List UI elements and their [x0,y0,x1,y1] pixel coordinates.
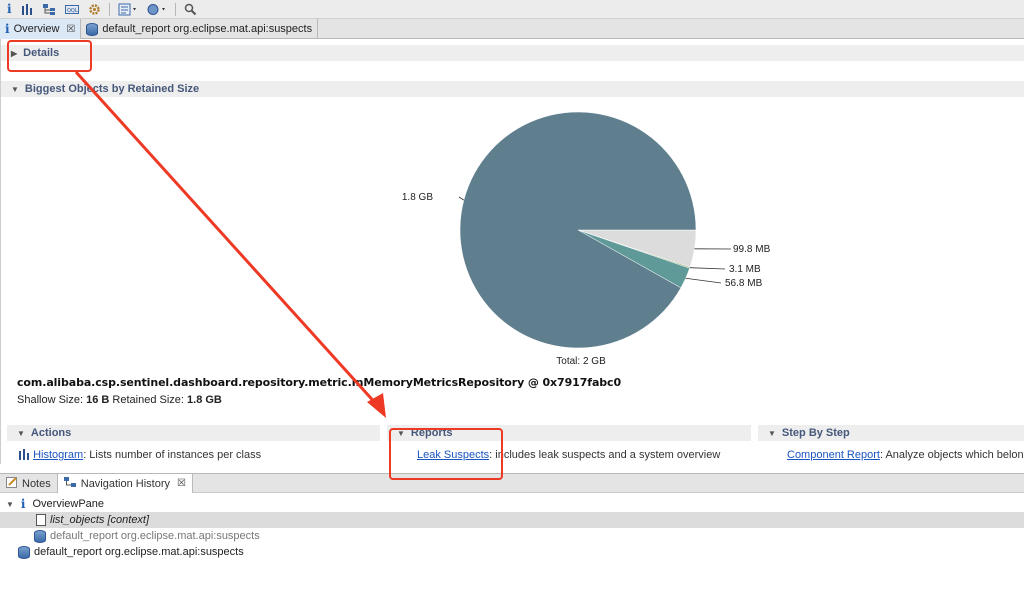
close-icon[interactable]: ☒ [66,24,75,35]
tree-item-label: default_report org.eclipse.mat.api:suspe… [50,530,260,542]
navigation-history-tree: ▼ i OverviewPane list_objects [context] … [0,494,1024,589]
tree-item-label: list_objects [context] [50,514,150,526]
collapse-icon: ▼ [768,428,776,438]
query-icon [36,514,46,526]
shallow-size-label: Shallow Size: [17,394,84,406]
pie-slice [459,111,697,349]
histogram-icon [19,449,30,463]
gear-icon[interactable] [85,2,104,17]
overview-editor: ▶ Details ▼ Biggest Objects by Retained … [0,39,1024,464]
pie-slice-label: 3.1 MB [729,264,761,275]
info-icon: i [20,497,26,511]
pie-leader-line [689,267,726,270]
dominator-tree-icon[interactable] [39,2,59,17]
tree-item[interactable]: default_report org.eclipse.mat.api:suspe… [0,544,1024,560]
bottom-view-tab-bar: Notes Navigation History ☒ [0,473,1024,493]
pie-slice-label: 56.8 MB [725,278,763,289]
leak-suspects-description: : includes leak suspects and a system ov… [489,449,721,461]
tree-item[interactable]: list_objects [context] [0,512,1024,528]
shallow-size-value: 16 B [86,394,110,406]
component-report-link[interactable]: Component Report [787,449,880,461]
tab-notes[interactable]: Notes [0,474,57,493]
tab-default-report[interactable]: default_report org.eclipse.mat.api:suspe… [81,19,319,39]
histogram-icon[interactable] [18,2,36,17]
svg-text:OQL: OQL [67,8,78,14]
object-name: com.alibaba.csp.sentinel.dashboard.repos… [17,376,622,389]
report-icon [18,545,30,559]
oql-icon[interactable]: OQL [62,2,82,17]
leak-suspects-highlight-box [389,428,503,480]
navigation-history-icon [63,476,77,491]
component-report-description: : Analyze objects which belong [879,449,1024,461]
tree-item-label: OverviewPane [32,498,105,510]
report-icon [86,22,99,36]
main-toolbar: i OQL [0,0,1024,19]
pie-slice-label: 1.8 GB [402,192,433,203]
info-icon: i [5,22,10,36]
retained-size-pie-chart: 99.8 MB 3.1 MB 56.8 MB 1.8 GB Total: 2 GB [402,111,771,367]
collapse-icon: ▼ [17,428,25,438]
heap-dump-menu-icon[interactable] [115,2,141,17]
pie-total-label: Total: 2 GB [556,356,606,367]
collapse-icon: ▼ [6,499,14,509]
retained-size-value: 1.8 GB [187,394,222,406]
details-section-header[interactable]: ▶ Details [1,45,1024,61]
histogram-action: Histogram: Lists number of instances per… [19,449,261,463]
details-highlight-box [7,40,92,72]
close-icon[interactable]: ☒ [177,478,186,489]
search-icon[interactable] [181,2,200,17]
actions-section-header[interactable]: ▼ Actions [7,425,380,441]
toolbar-separator [174,2,176,16]
tab-notes-label: Notes [22,477,51,490]
tab-overview-label: Overview [13,23,60,35]
pie-leader-line [685,277,722,284]
notes-icon [6,476,18,491]
histogram-link[interactable]: Histogram [33,449,83,461]
tab-default-report-label: default_report org.eclipse.mat.api:suspe… [102,23,313,35]
actions-title: Actions [30,427,72,439]
editor-tab-bar: i Overview ☒ default_report org.eclipse.… [0,19,1024,39]
component-report-step: Component Report: Analyze objects which … [787,449,1024,461]
pie-leader-line [458,196,465,201]
report-icon [34,529,46,543]
tree-item[interactable]: ▼ i OverviewPane [0,496,1024,512]
tab-navigation-history-label: Navigation History [80,477,171,490]
pie-slice-label: 99.8 MB [733,244,771,255]
step-by-step-title: Step By Step [781,427,850,439]
object-sizes: Shallow Size: 16 B Retained Size: 1.8 GB [17,394,222,406]
retained-size-label: Retained Size: [112,394,184,406]
step-by-step-section-header[interactable]: ▼ Step By Step [758,425,1024,441]
tab-overview[interactable]: i Overview ☒ [0,19,82,39]
tab-navigation-history[interactable]: Navigation History ☒ [56,474,193,493]
reports-menu-icon[interactable] [144,2,170,17]
info-icon[interactable]: i [4,2,15,17]
tree-item-label: default_report org.eclipse.mat.api:suspe… [34,546,244,558]
toolbar-separator [108,2,110,16]
tree-item[interactable]: default_report org.eclipse.mat.api:suspe… [0,528,1024,544]
histogram-description: : Lists number of instances per class [83,449,262,461]
